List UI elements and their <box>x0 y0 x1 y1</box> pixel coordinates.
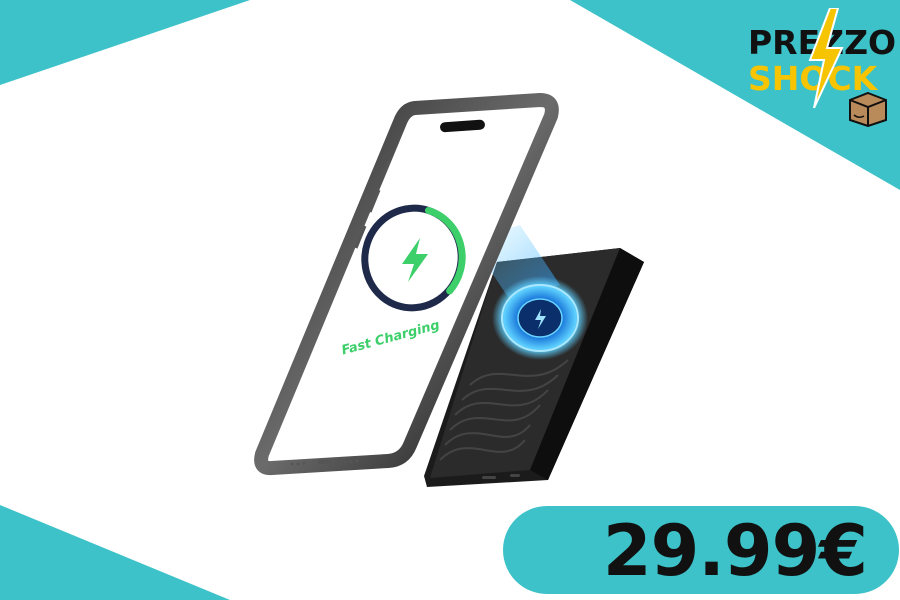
prezzo-shock-logo: PREZZO SHOCK <box>748 8 898 128</box>
lightning-icon <box>808 8 844 108</box>
price-value: 29.99€ <box>602 510 868 592</box>
promo-banner: Fast Charging PREZZO SHOCK 29.99€ <box>0 0 900 600</box>
price-badge: 29.99€ <box>503 506 899 594</box>
amazon-box-icon <box>849 91 887 127</box>
